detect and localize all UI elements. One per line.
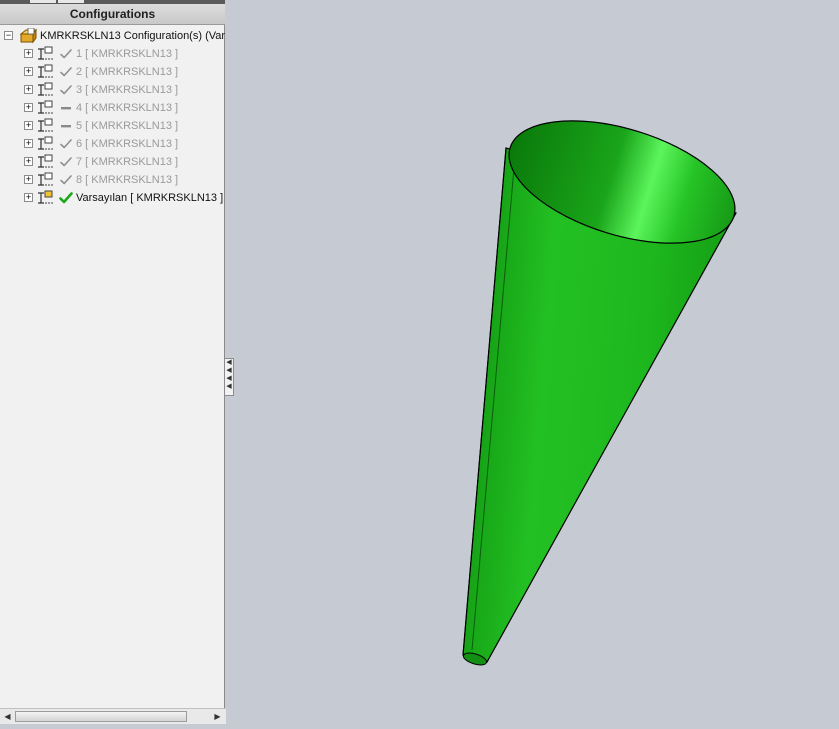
configuration-label: 4 [ KMRKRSKLN13 ] [76, 102, 179, 114]
configuration-icon [38, 154, 53, 168]
configuration-item[interactable]: +5 [ KMRKRSKLN13 ] [0, 117, 225, 135]
tree-root[interactable]: − KMRKRSKLN13 Configuration(s) (Varsa [0, 27, 225, 45]
configuration-item[interactable]: +3 [ KMRKRSKLN13 ] [0, 81, 225, 99]
configuration-label: 6 [ KMRKRSKLN13 ] [76, 138, 179, 150]
graphics-viewport[interactable] [227, 0, 839, 724]
configuration-item[interactable]: +8 [ KMRKRSKLN13 ] [0, 171, 225, 189]
configuration-tree: − KMRKRSKLN13 Configuration(s) (Varsa +1… [0, 27, 225, 697]
configuration-item[interactable]: +6 [ KMRKRSKLN13 ] [0, 135, 225, 153]
configuration-icon [38, 82, 53, 96]
collapse-icon[interactable]: − [4, 31, 13, 40]
check-icon [60, 175, 72, 185]
expand-icon[interactable]: + [24, 67, 33, 76]
cone-model[interactable] [462, 97, 749, 667]
configuration-item[interactable]: +4 [ KMRKRSKLN13 ] [0, 99, 225, 117]
configuration-item[interactable]: +1 [ KMRKRSKLN13 ] [0, 45, 225, 63]
dash-icon [61, 107, 71, 110]
dash-icon [61, 125, 71, 128]
expand-icon[interactable]: + [24, 139, 33, 148]
configuration-icon [38, 118, 53, 132]
check-icon [60, 139, 72, 149]
configuration-manager-panel: Configurations − KMRKRSKLN13 Configurati… [0, 0, 226, 724]
model-view[interactable] [227, 0, 839, 724]
expand-icon[interactable]: + [24, 157, 33, 166]
configuration-icon [38, 46, 53, 60]
expand-icon[interactable]: + [24, 103, 33, 112]
check-icon [60, 157, 72, 167]
check-icon [60, 67, 72, 77]
horizontal-scrollbar[interactable]: ◀ ▶ [0, 708, 226, 724]
configuration-label: 2 [ KMRKRSKLN13 ] [76, 66, 179, 78]
configuration-item[interactable]: +7 [ KMRKRSKLN13 ] [0, 153, 225, 171]
configuration-label: 8 [ KMRKRSKLN13 ] [76, 174, 179, 186]
expand-icon[interactable]: + [24, 193, 33, 202]
configuration-icon [38, 136, 53, 150]
configuration-label: 7 [ KMRKRSKLN13 ] [76, 156, 179, 168]
configuration-icon [38, 172, 53, 186]
configuration-icon [38, 190, 53, 204]
root-label: KMRKRSKLN13 Configuration(s) (Varsa [40, 30, 225, 42]
configuration-item[interactable]: +2 [ KMRKRSKLN13 ] [0, 63, 225, 81]
configuration-icon [38, 64, 53, 78]
green-check-icon [59, 192, 73, 204]
configuration-label: 1 [ KMRKRSKLN13 ] [76, 48, 179, 60]
check-icon [60, 85, 72, 95]
configuration-icon [38, 100, 53, 114]
configuration-label: Varsayılan [ KMRKRSKLN13 ] [76, 192, 224, 204]
expand-icon[interactable]: + [24, 49, 33, 58]
configuration-item[interactable]: + Varsayılan [ KMRKRSKLN13 ] [0, 189, 225, 207]
expand-icon[interactable]: + [24, 85, 33, 94]
configuration-label: 3 [ KMRKRSKLN13 ] [76, 84, 179, 96]
scrollbar-thumb[interactable] [15, 711, 187, 722]
configuration-root-icon [19, 28, 37, 44]
check-icon [60, 49, 72, 59]
expand-icon[interactable]: + [24, 121, 33, 130]
scroll-right-icon[interactable]: ▶ [211, 710, 224, 723]
configuration-label: 5 [ KMRKRSKLN13 ] [76, 120, 179, 132]
scroll-left-icon[interactable]: ◀ [1, 710, 14, 723]
expand-icon[interactable]: + [24, 175, 33, 184]
panel-title: Configurations [0, 4, 225, 25]
